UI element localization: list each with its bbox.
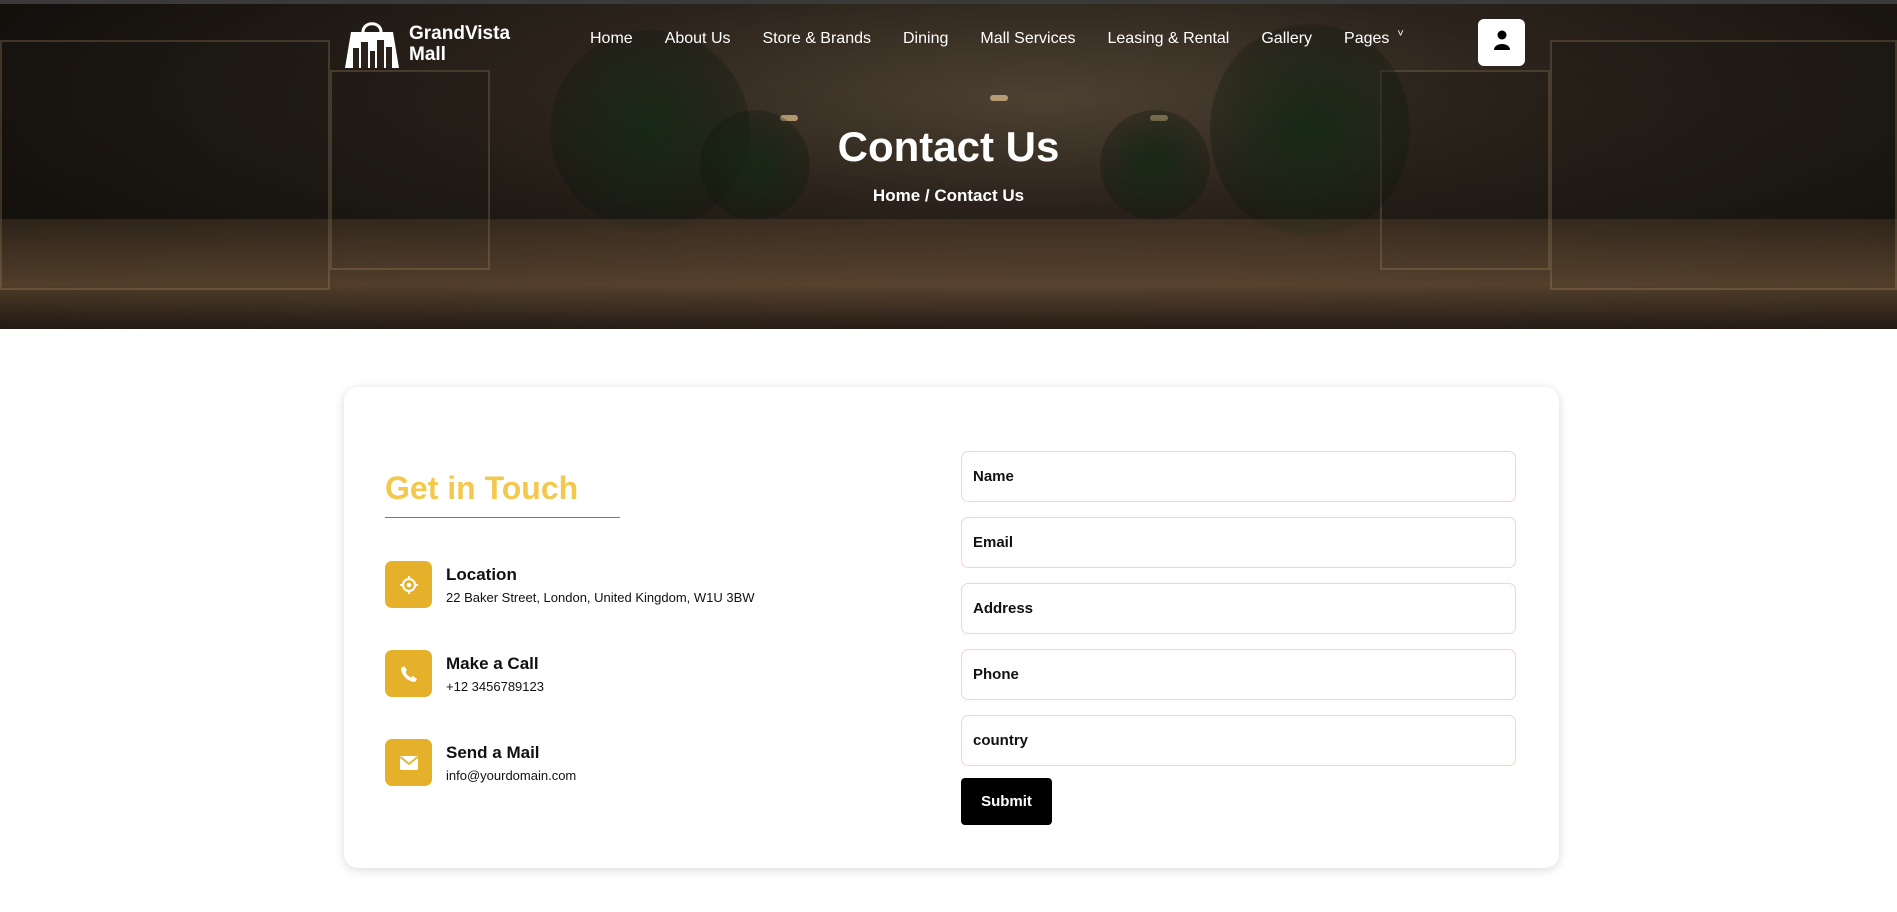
main-nav: Home About Us Store & Brands Dining Mall…	[590, 28, 1404, 48]
phone-field[interactable]	[961, 649, 1516, 700]
hero-background-light	[990, 95, 1008, 101]
submit-button[interactable]: Submit	[961, 778, 1052, 825]
chevron-down-icon: ˅	[1397, 28, 1404, 40]
user-account-button[interactable]	[1478, 19, 1525, 66]
page-title: Contact Us	[837, 123, 1060, 170]
nav-item-store-brands[interactable]: Store & Brands	[763, 30, 872, 48]
contact-info-location: Location 22 Baker Street, London, United…	[385, 561, 755, 608]
contact-info-value: 22 Baker Street, London, United Kingdom,…	[446, 589, 755, 605]
breadcrumb: Home / Contact Us	[0, 186, 1897, 206]
nav-item-pages-label: Pages	[1344, 30, 1390, 47]
hero-banner: GrandVista Mall Home About Us Store & Br…	[0, 0, 1897, 329]
nav-item-pages[interactable]: Pages ˅	[1344, 28, 1404, 48]
contact-info-value: info@yourdomain.com	[446, 767, 577, 783]
contact-info-call: Make a Call +12 3456789123	[385, 650, 544, 697]
envelope-icon	[385, 739, 432, 786]
breadcrumb-current: Contact Us	[934, 186, 1025, 205]
phone-icon	[385, 650, 432, 697]
brand-name-line1: GrandVista	[409, 23, 511, 44]
nav-item-leasing-rental[interactable]: Leasing & Rental	[1108, 30, 1230, 48]
nav-item-gallery[interactable]: Gallery	[1261, 30, 1312, 48]
contact-info-value: +12 3456789123	[446, 678, 544, 694]
name-field[interactable]	[961, 451, 1516, 502]
contact-info-title: Location	[446, 564, 517, 584]
email-field[interactable]	[961, 517, 1516, 568]
brand-name: GrandVista Mall	[409, 23, 519, 65]
top-border	[0, 0, 1897, 4]
breadcrumb-separator: /	[920, 186, 935, 205]
breadcrumb-home-link[interactable]: Home	[873, 186, 920, 205]
country-field[interactable]	[961, 715, 1516, 766]
contact-info-title: Make a Call	[446, 653, 539, 673]
user-icon	[1493, 30, 1511, 55]
heading-divider	[385, 517, 620, 518]
contact-info-mail: Send a Mail info@yourdomain.com	[385, 739, 576, 786]
contact-info-title: Send a Mail	[446, 742, 540, 762]
address-field[interactable]	[961, 583, 1516, 634]
contact-info-text: Send a Mail info@yourdomain.com	[446, 743, 576, 783]
contact-info-text: Location 22 Baker Street, London, United…	[446, 565, 755, 605]
nav-item-home[interactable]: Home	[590, 30, 633, 48]
contact-info-text: Make a Call +12 3456789123	[446, 654, 544, 694]
contact-card: Get in Touch Location 22 Baker Street, L…	[344, 387, 1559, 868]
nav-item-dining[interactable]: Dining	[903, 30, 948, 48]
nav-item-mall-services[interactable]: Mall Services	[980, 30, 1075, 48]
brand-name-line2: Mall	[409, 44, 446, 65]
shopping-bag-skyline-icon	[343, 18, 401, 70]
hero-background-floor	[0, 219, 1897, 329]
location-target-icon	[385, 561, 432, 608]
nav-item-about-us[interactable]: About Us	[665, 30, 731, 48]
contact-form: Submit	[961, 451, 1516, 825]
contact-heading: Get in Touch	[385, 470, 579, 506]
brand-logo[interactable]: GrandVista Mall	[343, 18, 519, 70]
